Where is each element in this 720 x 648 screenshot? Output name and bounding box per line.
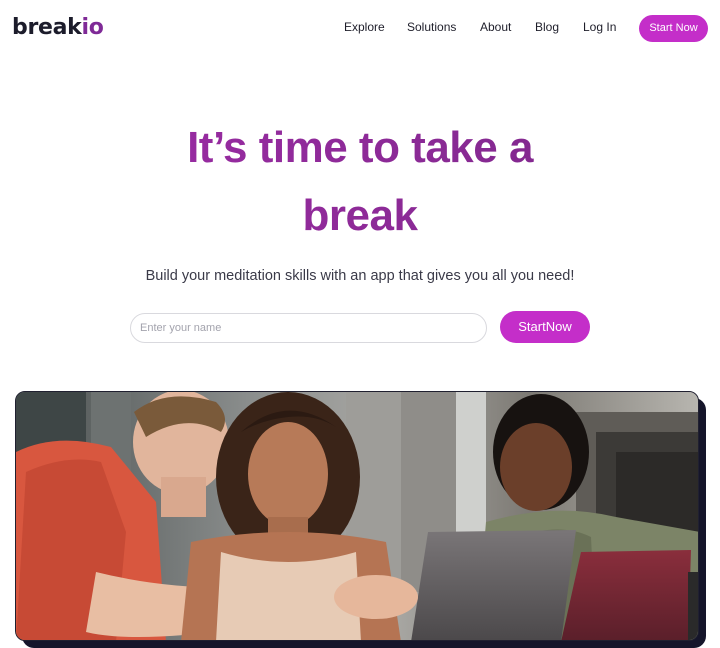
header-start-now-button[interactable]: Start Now [639,15,708,42]
hero-photo [15,391,699,641]
nav-link-explore[interactable]: Explore [344,19,385,35]
hero-title: It’s time to take a break [0,114,720,250]
brand-logo[interactable]: breakio [12,13,104,43]
start-now-button[interactable]: StartNow [500,311,590,343]
hero-subtitle: Build your meditation skills with an app… [145,268,575,284]
logo-text-primary: break [12,15,82,40]
hero-title-line-2: break [302,191,418,240]
hero-title-line-1: It’s time to take a [187,123,533,172]
site-header: breakio Explore Solutions About Blog Log… [0,0,720,56]
nav-link-solutions[interactable]: Solutions [407,19,456,35]
nav-link-login[interactable]: Log In [583,19,616,35]
name-input[interactable] [130,313,487,343]
nav-link-blog[interactable]: Blog [535,19,559,35]
logo-text-accent: io [81,15,104,40]
hero-photo-illustration [16,392,698,640]
nav-link-about[interactable]: About [480,19,511,35]
